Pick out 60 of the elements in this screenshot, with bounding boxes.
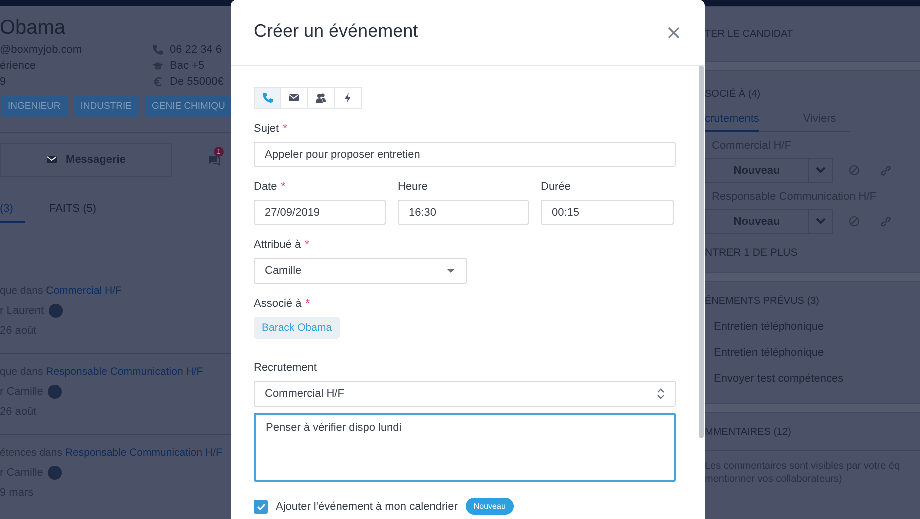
field-label: Recrutement [254,362,317,374]
checkbox-label: Ajouter l'événement à mon calendrier [276,500,458,512]
modal-title: Créer un événement [254,21,418,42]
phone-icon [262,92,274,104]
new-badge: Nouveau [466,498,514,515]
event-type-button[interactable] [335,87,362,109]
scrollbar[interactable] [699,66,704,438]
dropdown-button[interactable] [809,158,833,183]
avatar [48,466,62,480]
tag[interactable]: INDUSTRIE [74,96,139,117]
checkbox[interactable] [254,500,268,514]
input-field[interactable]: 16:30 [398,200,529,225]
tab[interactable]: (3) [0,203,26,223]
avatar [49,304,64,318]
notes-textarea[interactable]: Penser à vérifier dispo lundi [254,413,676,482]
field-label: Durée [541,181,571,193]
field-label: Sujet [254,123,280,135]
event-type-button[interactable] [281,87,308,109]
dropdown-button[interactable] [809,209,833,234]
required-mark: * [283,123,288,135]
tag[interactable]: GENIE CHIMIQU [145,96,231,117]
field-label: Heure [398,181,428,193]
input-field[interactable]: 27/09/2019 [254,200,386,225]
link-icon [880,216,892,228]
associated-chip[interactable]: Barack Obama [254,317,340,339]
job-link[interactable]: Responsable Communication H/F [46,366,204,378]
required-mark: * [306,298,310,310]
tab[interactable]: crutements [705,113,760,132]
input-field[interactable]: 00:15 [541,200,674,225]
caret-down-icon [446,268,456,274]
input-field[interactable]: Appeler pour proposer entretien [254,142,676,167]
avatar [48,385,62,399]
tag[interactable]: INGENIEUR [1,96,68,117]
lightning-icon [342,92,354,104]
select-field[interactable]: Commercial H/F [254,381,676,407]
people-icon [315,92,327,104]
chevron-down-icon [816,218,826,225]
link-icon [880,164,892,176]
close-icon [668,26,680,38]
chevron-down-icon [816,167,826,174]
graduation-cap-icon [152,60,164,72]
job-link[interactable]: Commercial H/F [46,285,122,297]
close-button[interactable] [666,24,682,40]
phone-icon [152,44,164,56]
select-field[interactable]: Camille [254,258,467,284]
euro-icon [152,76,164,88]
required-mark: * [305,239,310,251]
ban-icon [849,165,860,176]
required-mark: * [281,181,286,193]
envelope-icon [288,92,300,104]
envelope-icon [46,154,58,166]
ban-icon [849,216,860,227]
field-label: Associé à [254,298,302,310]
up-down-chevron-icon [657,388,665,400]
job-link[interactable]: Responsable Communication H/F [65,447,222,459]
field-label: Date [254,181,278,193]
field-label: Attribué à [254,239,302,251]
checkmark-icon [256,502,266,510]
chat-icon [208,154,220,166]
event-type-button[interactable] [308,87,335,109]
